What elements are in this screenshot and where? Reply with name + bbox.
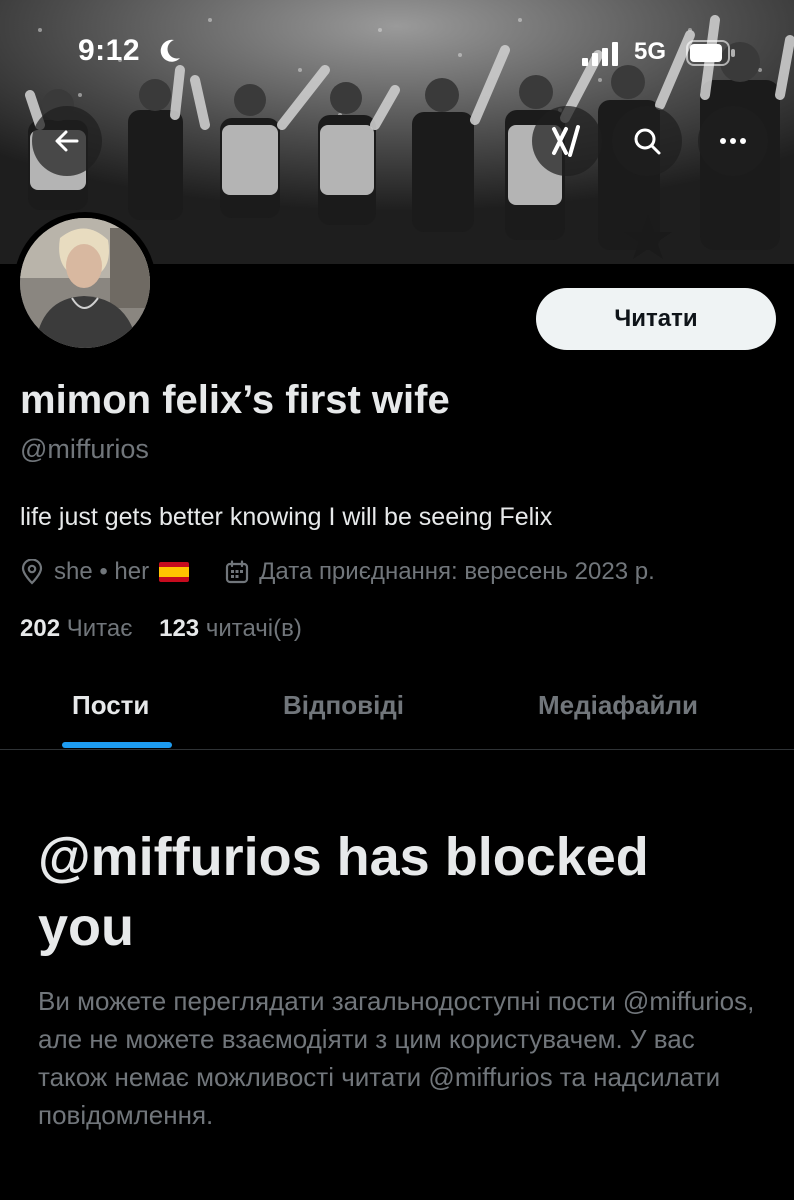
grok-icon xyxy=(552,125,580,157)
user-handle: @miffurios xyxy=(20,434,149,464)
follow-counts: 202 Читає 123 читачі(в) xyxy=(20,615,302,643)
tab-posts[interactable]: Пости xyxy=(72,690,149,721)
display-name: mimon felix’s first wife xyxy=(20,378,450,422)
active-tab-indicator xyxy=(62,742,172,748)
blocked-title: @miffurios has blocked you xyxy=(38,827,649,957)
more-horizontal-icon xyxy=(720,138,746,144)
avatar[interactable] xyxy=(14,212,156,354)
followers-label: читачі(в) xyxy=(205,615,302,642)
tab-replies[interactable]: Відповіді xyxy=(283,690,404,721)
arrow-left-icon xyxy=(55,130,79,152)
profile-location: she • her xyxy=(54,558,150,585)
profile-meta: she • her Дата приєднання: вересень 2023… xyxy=(20,556,655,588)
blocked-description: Ви можете переглядати загальнодоступні п… xyxy=(38,986,755,1130)
back-button[interactable] xyxy=(32,106,102,176)
network-type: 5G xyxy=(634,38,667,65)
battery-icon xyxy=(686,40,735,66)
search-icon xyxy=(634,128,661,155)
more-button[interactable] xyxy=(698,106,768,176)
signal-icon xyxy=(582,42,618,66)
followers-count: 123 xyxy=(159,615,200,642)
search-button[interactable] xyxy=(612,106,682,176)
profile-bio: life just gets better knowing I will be … xyxy=(20,503,553,531)
tab-media[interactable]: Медіафайли xyxy=(538,690,698,721)
avatar-image xyxy=(20,218,150,348)
location-icon xyxy=(20,559,44,585)
profile-joined-date: Дата приєднання: вересень 2023 р. xyxy=(259,558,655,585)
profile-tabs: Пости Відповіді Медіафайли xyxy=(0,672,794,750)
moon-icon xyxy=(160,39,180,62)
following-link[interactable]: 202 Читає xyxy=(20,615,132,642)
follow-button[interactable]: Читати xyxy=(536,288,776,350)
followers-link[interactable]: 123 читачі(в) xyxy=(159,615,302,642)
grok-button[interactable] xyxy=(532,106,602,176)
calendar-icon xyxy=(225,560,249,584)
following-label: Читає xyxy=(66,615,133,642)
following-count: 202 xyxy=(20,615,61,642)
status-time: 9:12 xyxy=(78,34,141,67)
spain-flag-icon xyxy=(159,562,190,582)
